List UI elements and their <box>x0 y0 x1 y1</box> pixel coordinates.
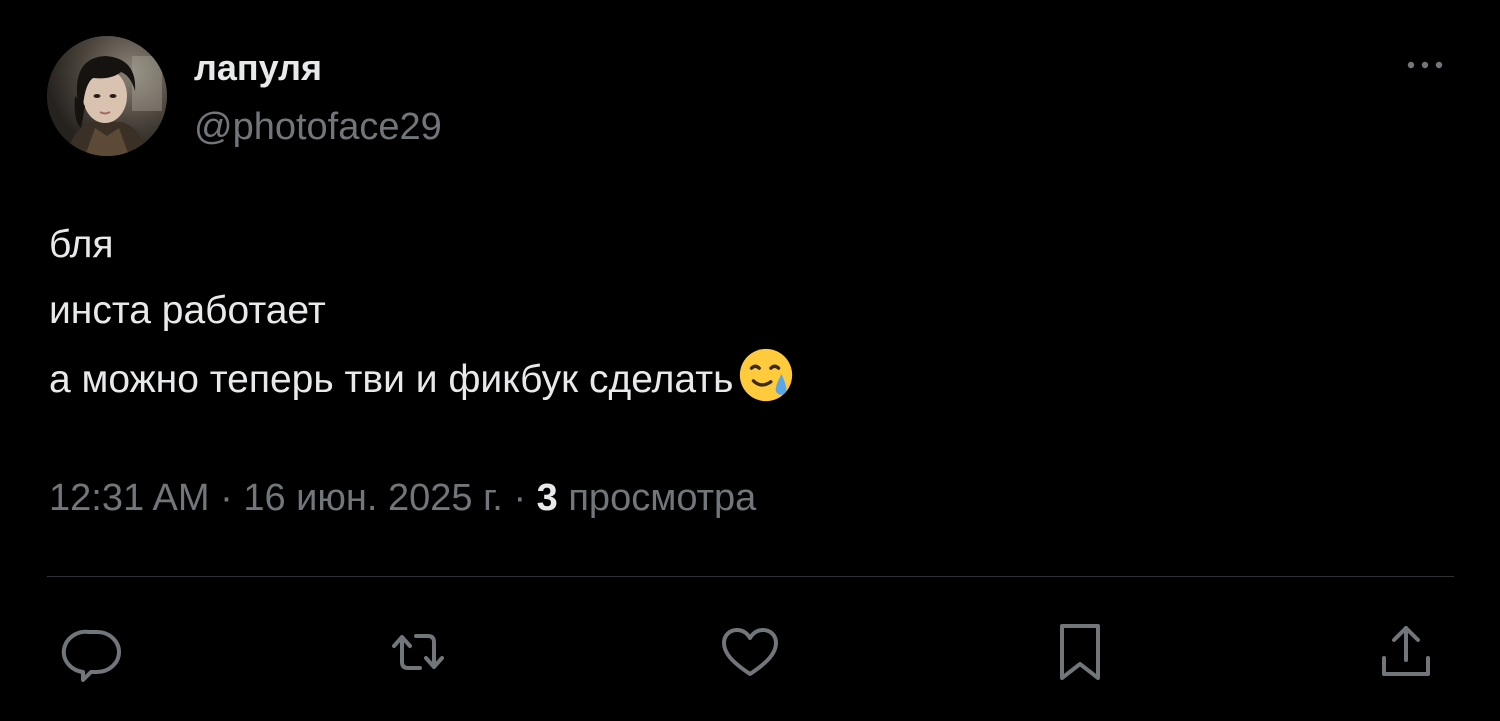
tweet-meta: 12:31 AM · 16 июн. 2025 г. · 3 просмотра <box>49 474 756 522</box>
meta-separator: · <box>513 477 527 519</box>
display-name[interactable]: лапуля <box>194 46 322 90</box>
tweet-line: а можно теперь тви и фикбук сделать <box>49 358 734 401</box>
tweet-line: бля <box>49 223 114 266</box>
user-handle[interactable]: @photoface29 <box>194 104 442 150</box>
avatar[interactable] <box>47 36 167 156</box>
like-button[interactable] <box>718 620 782 684</box>
more-options-button[interactable] <box>1400 50 1450 80</box>
reply-button[interactable] <box>61 620 125 684</box>
divider <box>47 576 1454 577</box>
tweet-date[interactable]: 16 июн. 2025 г. <box>243 477 503 519</box>
heart-icon <box>722 628 778 676</box>
share-icon <box>1382 626 1430 676</box>
bookmark-button[interactable] <box>1048 620 1112 684</box>
retweet-icon <box>392 634 444 670</box>
retweet-button[interactable] <box>386 620 450 684</box>
views-label[interactable]: просмотра <box>568 477 756 519</box>
bookmark-icon <box>1060 624 1100 680</box>
meta-separator: · <box>220 477 233 519</box>
tweet-line-with-emoji: а можно теперь тви и фикбук сделать <box>49 344 1449 413</box>
views-count[interactable]: 3 <box>537 477 558 519</box>
tweet-line: инста работает <box>49 289 326 332</box>
user-avatar-photo <box>47 36 167 156</box>
reply-icon <box>61 629 121 682</box>
more-options-icon <box>1407 61 1443 69</box>
tweet-text: бля инста работает а можно теперь тви и … <box>49 212 1449 413</box>
face-holding-back-tears-emoji-icon <box>735 344 797 406</box>
tweet-time[interactable]: 12:31 AM <box>49 477 210 519</box>
share-button[interactable] <box>1374 620 1438 684</box>
